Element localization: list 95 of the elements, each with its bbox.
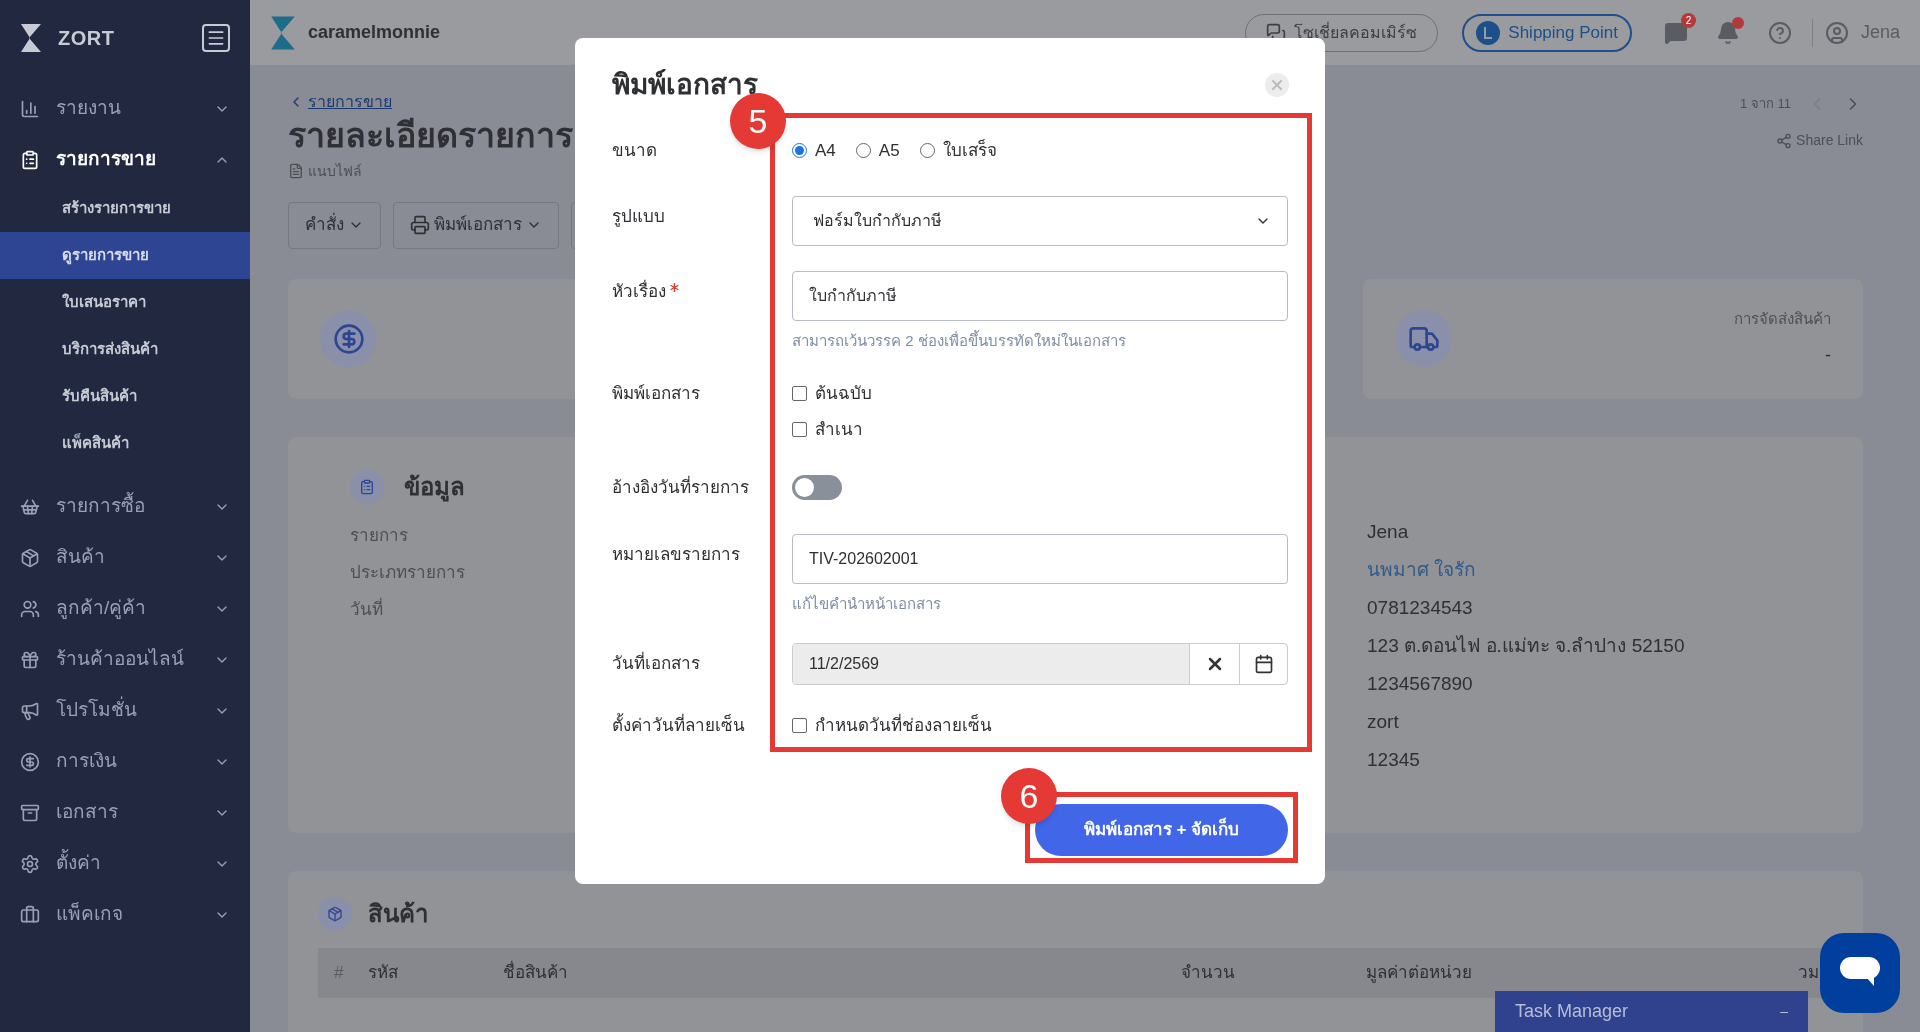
column-header: มูลค่าต่อหน่วย <box>1365 961 1473 985</box>
sidebar-item[interactable]: การเงิน <box>0 736 250 787</box>
info-label: รายการ <box>350 524 408 547</box>
action-dropdown-button[interactable]: คำสั่ง <box>288 201 381 249</box>
signature-date-checkbox[interactable]: กำหนดวันที่ช่องลายเซ็น <box>792 713 992 739</box>
sidebar-subitem[interactable]: ใบเสนอราคา <box>0 279 250 326</box>
print-and-save-button[interactable]: พิมพ์เอกสาร + จัดเก็บ <box>1035 803 1288 856</box>
sidebar-subitem[interactable]: บริการส่งสินค้า <box>0 326 250 373</box>
menu-item-icon <box>20 496 40 517</box>
chat-button[interactable] <box>1820 933 1900 1013</box>
menu-icon[interactable] <box>202 23 230 52</box>
sidebar-item[interactable]: รายงาน <box>0 83 250 134</box>
info-value: Jena <box>1367 519 1410 544</box>
minimize-icon[interactable]: – <box>1780 1001 1788 1022</box>
shipping-logo-icon <box>1476 20 1501 45</box>
logo-icon <box>20 22 42 53</box>
info-value: 123 ต.ดอนไฟ อ.แม่ทะ จ.ลำปาง 52150 <box>1367 633 1685 658</box>
field-label: รูปแบบ <box>612 205 665 229</box>
info-value: 12345 <box>1367 747 1421 772</box>
shipping-point-button[interactable]: Shipping Point <box>1462 13 1632 52</box>
field-label: วันที่เอกสาร <box>612 651 700 677</box>
menu-item-icon <box>20 547 40 568</box>
field-label: ขนาด <box>612 140 657 162</box>
text-field[interactable]: TIV-202602001 <box>792 533 1288 584</box>
copy-checkbox[interactable]: ต้นฉบับ <box>792 381 872 407</box>
menu-item-icon <box>20 598 40 619</box>
printer-icon <box>410 215 430 235</box>
size-radio[interactable]: A5 <box>855 138 900 164</box>
menu-item-icon <box>20 751 40 772</box>
action-dropdown-button[interactable]: พิมพ์เอกสาร <box>393 201 559 249</box>
menu-item-icon <box>20 853 40 874</box>
field-label: อ้างอิงวันที่รายการ <box>612 475 749 501</box>
sidebar-item[interactable]: รายการซื้อ <box>0 481 250 532</box>
toggle-switch[interactable] <box>792 475 842 500</box>
menu-item-icon <box>20 649 40 670</box>
clipboard-icon <box>350 469 384 504</box>
box-icon <box>318 896 352 931</box>
field-label: หัวเรื่อง <box>612 278 666 303</box>
text-field[interactable]: ใบกำกับภาษี <box>792 270 1288 321</box>
pager-text: 1 จาก 11 <box>1740 95 1791 114</box>
sidebar-subitem[interactable]: สร้างรายการขาย <box>0 185 250 232</box>
size-radio[interactable]: A4 <box>792 138 836 164</box>
copy-checkbox[interactable]: สำเนา <box>792 416 872 442</box>
column-header: รหัส <box>367 961 399 984</box>
notification-badge: 2 <box>1680 12 1696 28</box>
store-name: caramelmonnie <box>308 21 441 44</box>
sidebar-subitem[interactable]: ดูรายการขาย <box>0 232 250 279</box>
help-icon[interactable] <box>1767 20 1792 45</box>
logo-icon <box>270 14 296 51</box>
logo-text: ZORT <box>58 25 115 51</box>
sidebar-item[interactable]: ร้านค้าออนไลน์ <box>0 634 250 685</box>
info-label: ประเภทรายการ <box>350 561 465 584</box>
column-header: # <box>333 961 345 984</box>
field-hint: แก้ไขคำนำหน้าเอกสาร <box>792 593 942 614</box>
info-value: 1234567890 <box>1367 671 1474 696</box>
sidebar-item[interactable]: ลูกค้า/คู่ค้า <box>0 583 250 634</box>
section-title: สินค้า <box>368 898 428 929</box>
task-manager-bar[interactable]: Task Manager – <box>1495 991 1808 1032</box>
file-icon <box>288 163 304 179</box>
field-label: ตั้งค่าวันที่ลายเซ็น <box>612 713 745 739</box>
sidebar-item[interactable]: เอกสาร <box>0 787 250 838</box>
menu-item-icon <box>20 149 40 170</box>
column-header: ชื่อสินค้า <box>502 959 569 984</box>
format-select[interactable]: ฟอร์มใบกำกับภาษี <box>792 195 1288 246</box>
field-label: หมายเลขรายการ <box>612 543 740 566</box>
info-value: zort <box>1367 709 1400 734</box>
sidebar-item[interactable]: ตั้งค่า <box>0 838 250 889</box>
menu-item-icon <box>20 700 40 721</box>
sidebar-item[interactable]: แพ็คเกจ <box>0 889 250 940</box>
shipping-label: การจัดส่งสินค้า <box>1734 308 1831 329</box>
sidebar-item[interactable]: รายการขาย <box>0 134 250 185</box>
sidebar-subitem[interactable]: แพ็คสินค้า <box>0 420 250 467</box>
share-icon <box>1776 132 1793 149</box>
sidebar-subitem[interactable]: รับคืนสินค้า <box>0 373 250 420</box>
size-radio[interactable]: ใบเสร็จ <box>919 138 997 164</box>
column-header: จำนวน <box>1180 961 1236 984</box>
bell-icon[interactable] <box>1715 20 1740 45</box>
info-value: 0781234543 <box>1367 595 1474 620</box>
menu-item-icon <box>20 98 40 119</box>
sidebar-item[interactable]: โปรโมชั่น <box>0 685 250 736</box>
user-avatar-icon[interactable] <box>1824 20 1849 45</box>
field-hint: สามารถเว้นวรรค 2 ช่องเพื่อขึ้นบรรทัดใหม่ในเอกสาร <box>792 329 1127 351</box>
column-header: วม <box>1797 961 1820 984</box>
menu-item-icon <box>20 802 40 823</box>
info-label: วันที่ <box>350 596 383 621</box>
sidebar-item[interactable]: สินค้า <box>0 532 250 583</box>
page-title: รายละเอียดรายการ <box>288 115 573 156</box>
shipping-value: - <box>1825 344 1831 368</box>
close-icon[interactable] <box>1265 73 1289 97</box>
section-title: ข้อมูล <box>404 471 465 504</box>
field-label: พิมพ์เอกสาร <box>612 383 700 405</box>
breadcrumb-link[interactable]: รายการขาย <box>308 90 392 114</box>
message-icon[interactable] <box>1663 20 1688 45</box>
step-marker: 6 <box>1001 768 1057 824</box>
menu-item-icon <box>20 904 40 925</box>
